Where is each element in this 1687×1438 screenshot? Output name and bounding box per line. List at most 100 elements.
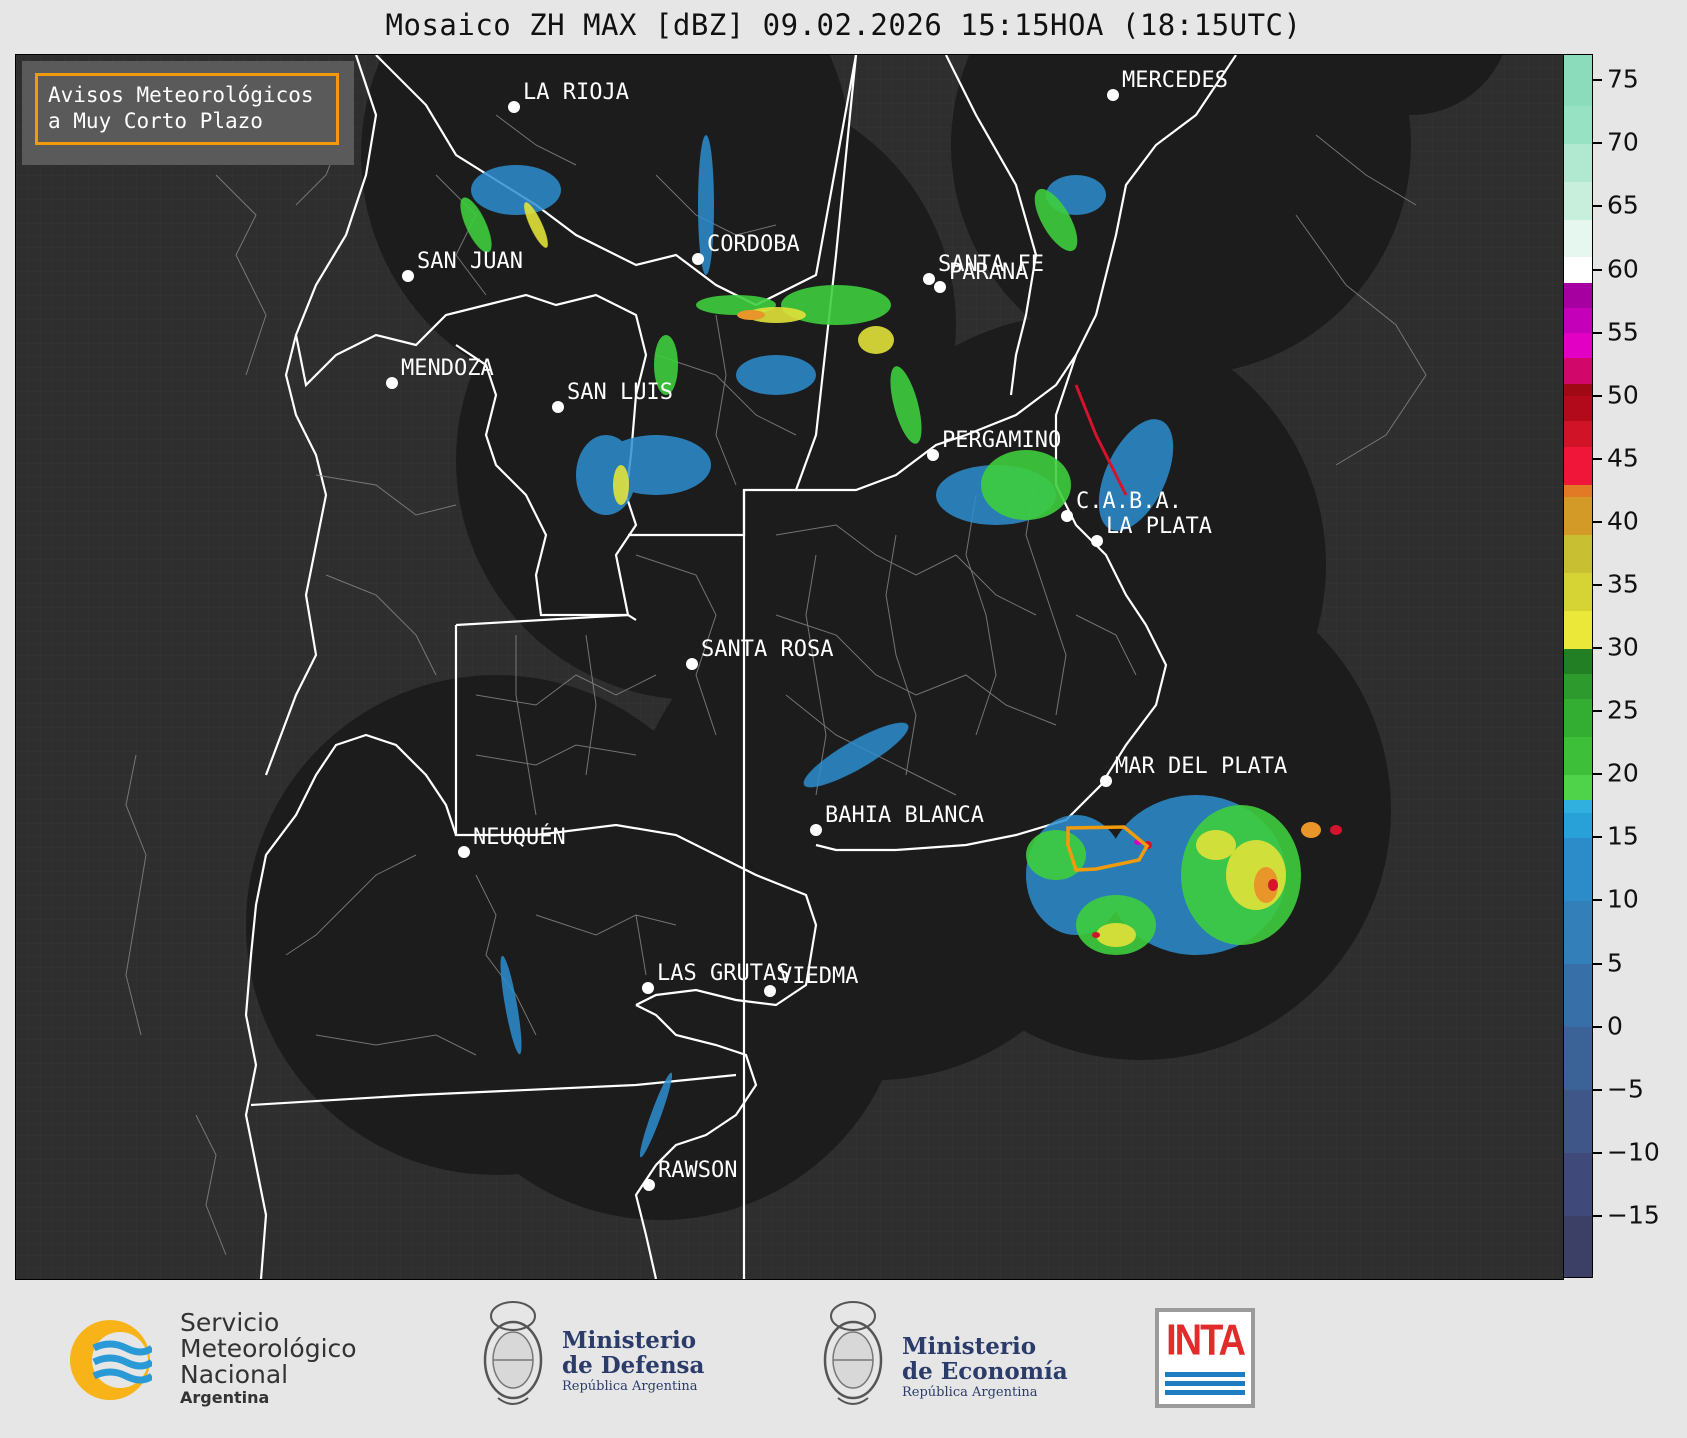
city-marker[interactable]	[386, 377, 398, 389]
coat-of-arms-icon	[823, 1301, 883, 1405]
radar-map[interactable]: LA RIOJA MERCEDES SAN JUAN CORDOBA SANTA FE P…	[15, 54, 1564, 1280]
colorbar-tick	[1593, 520, 1602, 523]
city-marker[interactable]	[643, 1179, 655, 1191]
city-marker[interactable]	[1107, 89, 1119, 101]
colorbar-tick	[1593, 79, 1602, 82]
city-label: NEUQUÉN	[473, 824, 566, 850]
radar-map-canvas[interactable]: LA RIOJA MERCEDESSAN JUANCORDOBASANTA FEP…	[16, 55, 1563, 1279]
defensa-line1: Ministerio	[562, 1327, 697, 1354]
city-label: PARANA	[949, 260, 1028, 285]
colorbar-tick	[1593, 1025, 1602, 1028]
colorbar-segment	[1564, 181, 1592, 220]
city-label: LAS GRUTAS	[657, 961, 789, 986]
city-label: SAN JUAN	[417, 249, 523, 274]
city-marker[interactable]	[402, 270, 414, 282]
economia-logo: Ministerio de Economía República Argenti…	[818, 1298, 1098, 1418]
colorbar-tick-label: 60	[1607, 254, 1639, 283]
colorbar-segment	[1564, 648, 1592, 674]
alert-legend[interactable]: Avisos Meteorológicos a Muy Corto Plazo	[35, 73, 339, 145]
colorbar-tick	[1593, 899, 1602, 902]
city-label: MAR DEL PLATA	[1115, 754, 1287, 779]
city-marker[interactable]	[686, 658, 698, 670]
colorbar-tick	[1593, 773, 1602, 776]
city-marker[interactable]	[810, 824, 822, 836]
smn-line4: Argentina	[180, 1388, 270, 1407]
colorbar-tick-label: 50	[1607, 380, 1639, 410]
colorbar-segment	[1564, 1026, 1592, 1091]
inta-logo: INTA	[1155, 1308, 1255, 1408]
colorbar-tick	[1593, 1088, 1602, 1091]
colorbar-segment	[1564, 332, 1592, 359]
city-label: MENDOZA	[401, 356, 494, 381]
city-label: LA PLATA	[1106, 514, 1212, 539]
economia-line1: Ministerio	[902, 1333, 1037, 1360]
colorbar	[1563, 54, 1593, 1278]
city-marker[interactable]	[923, 273, 935, 285]
city-marker[interactable]	[1061, 510, 1073, 522]
colorbar-tick	[1593, 394, 1602, 397]
colorbar-segment	[1564, 1152, 1592, 1217]
colorbar-tick-label: 40	[1607, 506, 1639, 536]
colorbar-tick	[1593, 1151, 1602, 1154]
colorbar-segment	[1564, 673, 1592, 700]
colorbar-tick-label: 55	[1607, 317, 1639, 347]
economia-line3: República Argentina	[902, 1385, 1038, 1400]
colorbar-segment	[1564, 799, 1592, 813]
colorbar-segment	[1564, 1089, 1592, 1154]
alert-legend-line1: Avisos Meteorológicos	[48, 83, 314, 107]
colorbar-segment	[1564, 496, 1592, 535]
colorbar-tick-label: 15	[1607, 821, 1639, 851]
colorbar-tick-label: 20	[1607, 758, 1639, 788]
colorbar-tick	[1593, 268, 1602, 271]
colorbar-segment	[1564, 963, 1592, 1028]
colorbar-segment	[1564, 900, 1592, 965]
colorbar-segment	[1564, 420, 1592, 447]
city-label: BAHIA BLANCA	[825, 803, 984, 828]
economia-line2: de Economía	[902, 1358, 1068, 1385]
city-label: PERGAMINO	[942, 428, 1061, 453]
colorbar-tick	[1593, 583, 1602, 586]
coat-of-arms-icon	[483, 1301, 543, 1405]
city-label: SAN LUIS	[567, 380, 673, 405]
city-marker[interactable]	[552, 401, 564, 413]
city-label: RAWSON	[658, 1158, 737, 1183]
smn-line2: Meteorológico	[180, 1334, 357, 1363]
colorbar-segment	[1564, 256, 1592, 283]
colorbar-tick	[1593, 647, 1602, 650]
city-marker[interactable]	[934, 281, 946, 293]
colorbar-tick-label: 35	[1607, 569, 1639, 599]
colorbar-segment	[1564, 1215, 1592, 1277]
alert-legend-line2: a Muy Corto Plazo	[48, 109, 263, 133]
defensa-line3: República Argentina	[562, 1379, 698, 1394]
colorbar-segment	[1564, 105, 1592, 144]
city-label: C.A.B.A.	[1076, 489, 1182, 514]
colorbar-tick	[1593, 1214, 1602, 1217]
colorbar-segment	[1564, 143, 1592, 182]
colorbar-tick	[1593, 205, 1602, 208]
smn-logo: Servicio Meteorológico Nacional Argentin…	[68, 1310, 378, 1410]
colorbar-tick	[1593, 142, 1602, 145]
city-label: CORDOBA	[707, 232, 800, 257]
city-marker[interactable]	[764, 985, 776, 997]
city-label: SANTA ROSA	[701, 637, 833, 662]
colorbar-tick-label: 65	[1607, 190, 1639, 220]
colorbar-tick-label: 0	[1607, 1011, 1623, 1041]
colorbar-segment	[1564, 219, 1592, 258]
footer-logos: Servicio Meteorológico Nacional Argentin…	[0, 1280, 1687, 1438]
city-marker[interactable]	[508, 101, 520, 113]
colorbar-segment	[1564, 307, 1592, 334]
city-marker[interactable]	[927, 449, 939, 461]
colorbar-tick-label: 30	[1607, 632, 1639, 662]
inta-label: INTA	[1166, 1316, 1246, 1366]
city-marker[interactable]	[458, 846, 470, 858]
colorbar-tick-label: 70	[1607, 127, 1639, 157]
city-marker[interactable]	[1091, 535, 1103, 547]
city-marker[interactable]	[692, 253, 704, 265]
colorbar-tick-label: 25	[1607, 695, 1639, 725]
colorbar-tick	[1593, 836, 1602, 839]
smn-emblem-icon	[70, 1320, 152, 1400]
city-marker[interactable]	[1100, 775, 1112, 787]
colorbar-segment	[1564, 774, 1592, 800]
city-marker[interactable]	[642, 982, 654, 994]
map-title: Mosaico ZH MAX [dBZ] 09.02.2026 15:15HOA…	[385, 8, 1302, 42]
